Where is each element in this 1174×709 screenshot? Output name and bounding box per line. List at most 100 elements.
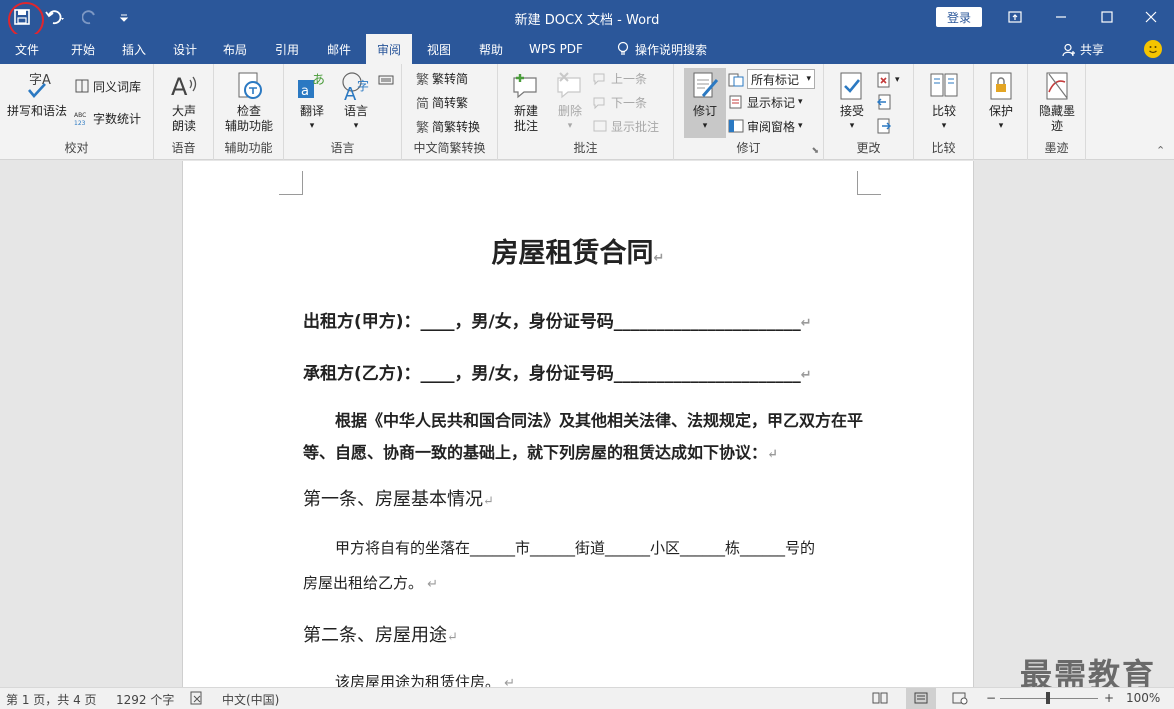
minimize-button[interactable] [1038, 0, 1084, 34]
tell-me-label: 操作说明搜索 [634, 42, 707, 57]
simplified-traditional-convert-button[interactable]: 繁 简繁转换 [416, 116, 480, 136]
simplified-icon: 简 [416, 96, 430, 112]
group-protect: 保护 ▾ [974, 64, 1028, 160]
group-speech: A 大声 朗读 语音 [154, 64, 214, 160]
article-2-line-1: 该房屋用途为租赁住房。 ↵ [335, 673, 516, 687]
next-comment-button[interactable]: 下一条 [592, 92, 647, 112]
close-icon [1145, 11, 1157, 23]
proofing-status-icon[interactable] [190, 691, 204, 708]
share-button[interactable]: 共享 [1062, 41, 1104, 58]
spelling-grammar-button[interactable]: 字A 拼写和语法 [6, 70, 68, 119]
ribbon-tabs: 文件 开始 插入 设计 布局 引用 邮件 审阅 视图 帮助 WPS PDF 操作… [0, 34, 1174, 64]
read-mode-button[interactable] [872, 691, 888, 708]
page-count[interactable]: 第 1 页，共 4 页 [6, 691, 97, 708]
svg-text:ABC: ABC [74, 112, 86, 119]
login-button[interactable]: 登录 [936, 7, 982, 27]
dialog-launcher-icon[interactable]: ⬊ [811, 146, 819, 156]
tab-design[interactable]: 设计 [162, 34, 208, 64]
tab-help[interactable]: 帮助 [468, 34, 514, 64]
group-changes: 接受 ▾ ▾ 更改 [824, 64, 914, 160]
document-title: 房屋租赁合同↵ [491, 238, 665, 269]
compare-button[interactable]: 比较 ▾ [926, 70, 962, 134]
zoom-level[interactable]: 100% [1126, 691, 1160, 705]
tab-references[interactable]: 引用 [264, 34, 310, 64]
reject-icon [877, 72, 890, 88]
maximize-button[interactable] [1084, 0, 1130, 34]
delete-comment-button[interactable]: 删除 ▾ [550, 70, 590, 134]
to-simplified-button[interactable]: 繁 繁转简 [416, 68, 468, 88]
show-comments-icon [593, 120, 607, 132]
collapse-ribbon-icon[interactable]: ⌃ [1156, 144, 1165, 157]
tell-me-search[interactable]: 操作说明搜索 [606, 34, 718, 64]
word-count[interactable]: 1292 个字 [116, 691, 174, 708]
read-mode-icon [872, 692, 888, 704]
group-tracking: 修订 ▾ 所有标记 ▾ 显示标记 ▾ 审阅窗格 ▾ 修订 ⬊ [674, 64, 824, 160]
markup-dropdown[interactable]: 所有标记 ▾ [747, 69, 815, 89]
svg-text:A: A [171, 73, 188, 101]
language-status[interactable]: 中文(中国) [222, 691, 279, 708]
show-comments-button[interactable]: 显示批注 [592, 116, 659, 136]
tab-review[interactable]: 审阅 [366, 34, 412, 64]
check-accessibility-button[interactable]: 检查 辅助功能 [220, 70, 278, 134]
zoom-slider-thumb[interactable] [1046, 692, 1050, 704]
accept-button[interactable]: 接受 ▾ [834, 70, 870, 134]
thesaurus-button[interactable]: 同义词库 [74, 76, 141, 96]
compare-icon [930, 73, 958, 97]
language-settings-button[interactable] [378, 70, 394, 90]
maximize-icon [1101, 11, 1113, 23]
read-aloud-button[interactable]: A 大声 朗读 [162, 70, 206, 134]
delete-comment-icon [557, 72, 581, 99]
language-button[interactable]: A字 语言 ▾ [336, 70, 376, 134]
group-language: aあ 翻译 ▾ A字 语言 ▾ 语言 [284, 64, 402, 160]
tab-home[interactable]: 开始 [58, 34, 108, 64]
user-icon [1062, 43, 1075, 56]
svg-text:a: a [301, 84, 309, 99]
previous-change-button[interactable] [876, 92, 892, 112]
ribbon-display-button[interactable] [992, 0, 1038, 34]
article-2-title: 第二条、房屋用途↵ [303, 625, 458, 646]
article-1-line-1: 甲方将自有的坐落在______市______街道______小区______栋_… [335, 539, 816, 557]
title-bar: 新建 DOCX 文档 - Word 登录 [0, 0, 1174, 38]
next-change-button[interactable] [876, 116, 892, 136]
document-area: 房屋租赁合同↵ 出租方(甲方)：____，男/女，身份证号码__________… [0, 161, 1174, 687]
show-markup-icon [729, 95, 742, 109]
track-changes-button[interactable]: 修订 ▾ [684, 70, 726, 134]
tab-file[interactable]: 文件 [0, 34, 54, 64]
hide-ink-icon [1046, 72, 1068, 100]
tab-mailings[interactable]: 邮件 [316, 34, 362, 64]
reviewing-pane-button[interactable]: 审阅窗格 ▾ [728, 116, 803, 136]
track-changes-icon [693, 72, 719, 98]
convert-icon: 繁 [416, 120, 430, 136]
zoom-out-button[interactable]: − [986, 691, 996, 705]
tab-wps-pdf[interactable]: WPS PDF [522, 34, 590, 64]
document-page[interactable]: 房屋租赁合同↵ 出租方(甲方)：____，男/女，身份证号码__________… [182, 161, 974, 687]
previous-comment-button[interactable]: 上一条 [592, 68, 647, 88]
word-count-button[interactable]: ABC 123 字数统计 [74, 108, 141, 128]
close-button[interactable] [1128, 0, 1174, 34]
reject-button[interactable]: ▾ [876, 70, 900, 90]
tab-insert[interactable]: 插入 [110, 34, 158, 64]
feedback-smiley-icon[interactable] [1144, 40, 1162, 58]
web-layout-icon [952, 692, 968, 705]
margin-mark-top-left [279, 171, 303, 195]
new-comment-button[interactable]: 新建 批注 [504, 70, 548, 134]
hide-ink-button[interactable]: 隐藏墨 迹 [1032, 70, 1082, 134]
new-comment-icon [513, 74, 537, 99]
show-markup-button[interactable]: 显示标记 ▾ [728, 92, 803, 112]
tab-view[interactable]: 视图 [416, 34, 462, 64]
status-bar: 第 1 页，共 4 页 1292 个字 中文(中国) − + 100% [0, 687, 1174, 709]
display-review-icon [728, 73, 744, 87]
svg-text:字: 字 [357, 78, 369, 93]
tab-layout[interactable]: 布局 [212, 34, 258, 64]
zoom-in-button[interactable]: + [1104, 691, 1114, 705]
print-layout-button[interactable] [906, 688, 936, 709]
lessee-line: 承租方(乙方)：____，男/女，身份证号码__________________… [303, 364, 812, 384]
protect-button[interactable]: 保护 ▾ [982, 70, 1020, 134]
to-traditional-button[interactable]: 简 简转繁 [416, 92, 468, 112]
translate-button[interactable]: aあ 翻译 ▾ [292, 70, 332, 134]
thesaurus-icon [75, 79, 89, 93]
article-1-title: 第一条、房屋基本情况↵ [303, 489, 494, 510]
group-proofing: 字A 拼写和语法 同义词库 ABC 123 字数统计 校对 [0, 64, 154, 160]
web-layout-button[interactable] [952, 691, 968, 708]
previous-comment-icon [593, 73, 605, 86]
